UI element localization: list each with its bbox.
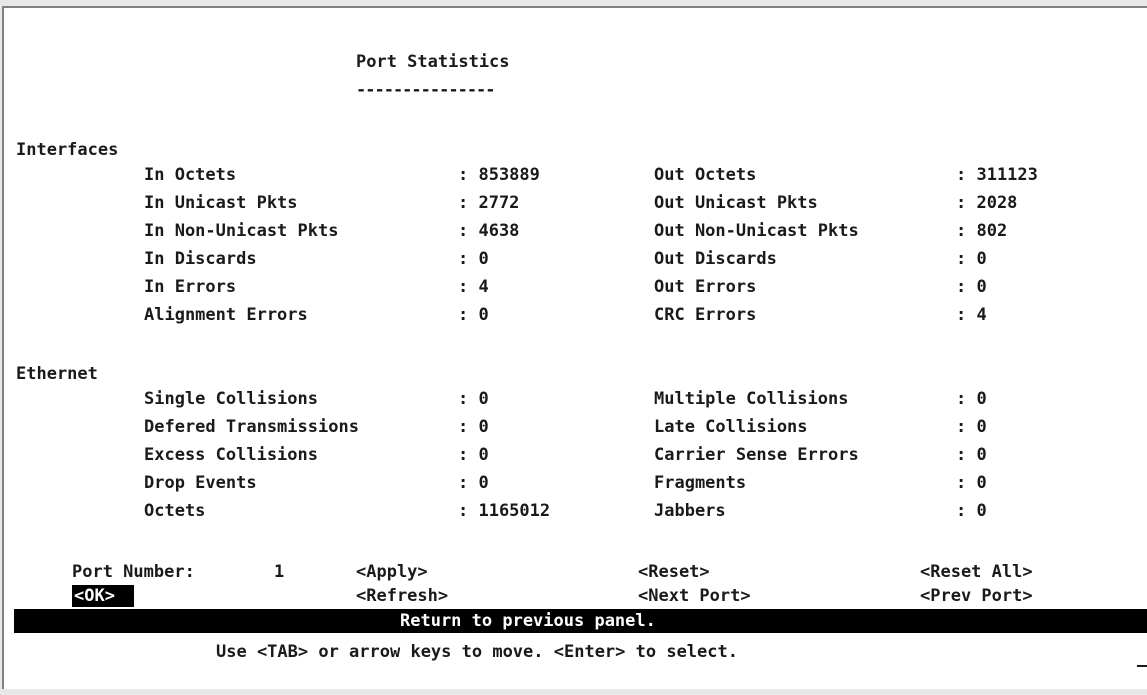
- stat-label: Out Non-Unicast Pkts: [654, 221, 859, 241]
- stat-label: In Errors: [144, 277, 237, 297]
- prev-port-button[interactable]: <Prev Port>: [920, 586, 1033, 606]
- stat-label: Out Errors: [654, 277, 757, 297]
- stat-value: : 0: [458, 305, 489, 325]
- stat-label: In Octets: [144, 165, 237, 185]
- terminal-window: Port Statistics --------------- Interfac…: [2, 6, 1147, 689]
- stat-label: Late Collisions: [654, 417, 808, 437]
- stat-label: Out Octets: [654, 165, 757, 185]
- apply-button[interactable]: <Apply>: [356, 562, 428, 582]
- stat-value: : 0: [956, 501, 987, 521]
- stat-label: In Non-Unicast Pkts: [144, 221, 339, 241]
- stat-value: : 802: [956, 221, 1008, 241]
- stat-value: : 0: [956, 417, 987, 437]
- stat-value: : 1165012: [458, 501, 551, 521]
- stat-label: Jabbers: [654, 501, 726, 521]
- ok-button-label: <OK>: [74, 586, 115, 606]
- stat-label: Out Unicast Pkts: [654, 193, 818, 213]
- stat-value: : 2028: [956, 193, 1018, 213]
- stat-value: : 0: [956, 445, 987, 465]
- stat-value: : 0: [458, 417, 489, 437]
- text-cursor: [1137, 665, 1147, 667]
- stat-value: : 4: [458, 277, 489, 297]
- title-underline: ---------------: [356, 80, 496, 100]
- stat-label: Fragments: [654, 473, 747, 493]
- stat-value: : 2772: [458, 193, 520, 213]
- next-port-button[interactable]: <Next Port>: [638, 586, 751, 606]
- stat-value: : 0: [458, 445, 489, 465]
- stat-value: : 0: [956, 473, 987, 493]
- stat-value: : 0: [458, 389, 489, 409]
- stat-label: Octets: [144, 501, 206, 521]
- reset-all-button[interactable]: <Reset All>: [920, 562, 1033, 582]
- stat-label: Alignment Errors: [144, 305, 308, 325]
- stat-value: : 0: [458, 249, 489, 269]
- section-ethernet: Ethernet: [16, 364, 98, 384]
- terminal-screen: Port Statistics --------------- Interfac…: [4, 8, 1147, 691]
- reset-button[interactable]: <Reset>: [638, 562, 710, 582]
- refresh-button[interactable]: <Refresh>: [356, 586, 448, 606]
- stat-label: CRC Errors: [654, 305, 757, 325]
- stat-label: Single Collisions: [144, 389, 318, 409]
- stat-label: Carrier Sense Errors: [654, 445, 859, 465]
- stat-label: Defered Transmissions: [144, 417, 359, 437]
- stat-value: : 0: [956, 249, 987, 269]
- help-text: Use <TAB> or arrow keys to move. <Enter>…: [216, 642, 738, 662]
- stat-value: : 311123: [956, 165, 1038, 185]
- port-number-field[interactable]: 1: [274, 562, 284, 582]
- stat-value: : 4: [956, 305, 987, 325]
- stat-value: : 0: [956, 277, 987, 297]
- stat-value: : 853889: [458, 165, 540, 185]
- stat-label: Drop Events: [144, 473, 257, 493]
- page-title: Port Statistics: [356, 52, 510, 72]
- status-bar: Return to previous panel.: [14, 609, 1147, 633]
- stat-label: Out Discards: [654, 249, 777, 269]
- stat-label: Excess Collisions: [144, 445, 318, 465]
- stat-value: : 0: [956, 389, 987, 409]
- stat-label: In Unicast Pkts: [144, 193, 298, 213]
- stat-label: Multiple Collisions: [654, 389, 849, 409]
- stat-value: : 4638: [458, 221, 520, 241]
- section-interfaces: Interfaces: [16, 140, 119, 160]
- stat-value: : 0: [458, 473, 489, 493]
- port-number-label: Port Number:: [72, 562, 195, 582]
- status-text: Return to previous panel.: [400, 611, 656, 631]
- stat-label: In Discards: [144, 249, 257, 269]
- ok-button[interactable]: <OK>: [72, 585, 134, 607]
